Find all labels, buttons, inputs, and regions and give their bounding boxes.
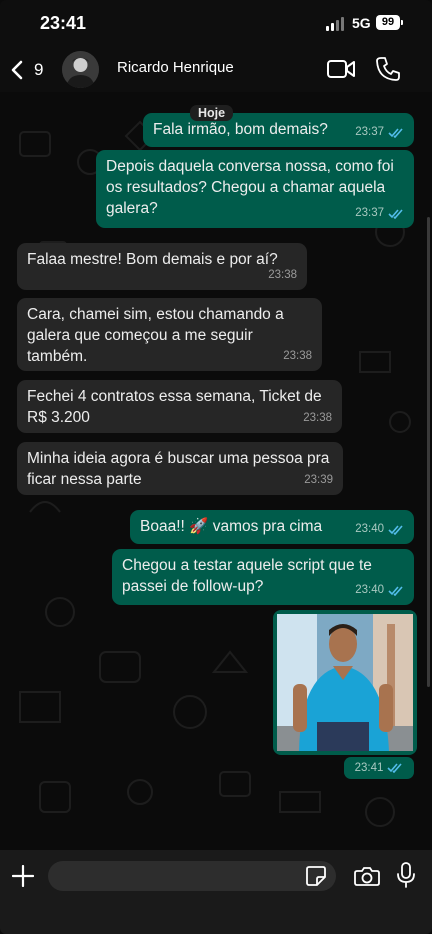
voice-message-button[interactable]: [397, 862, 415, 888]
message-bubble-outgoing[interactable]: Boaa!! 🚀 vamos pra cima 23:40: [130, 510, 414, 544]
read-ticks-icon: [388, 585, 403, 596]
message-text: Chegou a testar aquele script que te pas…: [122, 557, 372, 595]
video-call-button[interactable]: [326, 57, 356, 81]
status-bar: 23:41 5G 99: [0, 0, 432, 48]
message-time: 23:37: [355, 126, 384, 138]
message-meta: 23:37: [355, 203, 404, 224]
message-text: Minha ideia agora é buscar uma pessoa pr…: [27, 450, 330, 488]
microphone-icon: [397, 862, 415, 888]
photo-thumbnail: [277, 614, 413, 751]
network-label: 5G: [352, 15, 371, 31]
message-bubble-incoming[interactable]: Falaa mestre! Bom demais e por aí? 23:38: [17, 243, 307, 290]
message-time: 23:38: [303, 412, 332, 424]
read-ticks-icon: [387, 763, 402, 773]
unread-count: 9: [34, 60, 44, 79]
read-ticks-icon: [388, 524, 403, 535]
message-meta: 23:37: [355, 122, 404, 143]
message-text: Cara, chamei sim, estou chamando a galer…: [27, 306, 284, 365]
message-meta: 23:40: [355, 519, 404, 540]
message-bubble-outgoing[interactable]: Fala irmão, bom demais? 23:37: [143, 113, 414, 147]
image-message-meta: 23:41: [344, 757, 414, 779]
sticker-icon: [306, 866, 326, 886]
message-text: Boaa!! 🚀 vamos pra cima: [140, 518, 323, 535]
camera-button[interactable]: [354, 865, 380, 887]
message-text: Fala irmão, bom demais?: [153, 121, 328, 138]
message-time: 23:39: [304, 474, 333, 486]
message-meta: 23:38: [283, 346, 312, 367]
message-bubble-incoming[interactable]: Cara, chamei sim, estou chamando a galer…: [17, 298, 322, 371]
chat-header: 9 Ricardo Henrique: [0, 48, 432, 92]
avatar-photo: [62, 51, 99, 88]
message-time: 23:38: [283, 350, 312, 362]
camera-icon: [354, 867, 380, 886]
avatar[interactable]: [62, 51, 99, 88]
message-bubble-incoming[interactable]: Fechei 4 contratos essa semana, Ticket d…: [17, 380, 342, 433]
day-label: Hoje: [190, 105, 234, 121]
message-meta: 23:38: [303, 408, 332, 429]
read-ticks-icon: [388, 208, 403, 219]
message-text: Falaa mestre! Bom demais e por aí?: [27, 251, 278, 268]
message-meta: 23:39: [304, 470, 333, 491]
battery-tip: [401, 20, 403, 25]
message-bubble-outgoing[interactable]: Depois daquela conversa nossa, como foi …: [96, 150, 414, 228]
message-time: 23:40: [355, 523, 384, 535]
chevron-left-icon: [11, 60, 23, 80]
voice-call-button[interactable]: [374, 55, 402, 83]
message-text: Depois daquela conversa nossa, como foi …: [106, 158, 394, 217]
status-time: 23:41: [40, 13, 87, 33]
message-time: 23:41: [354, 762, 384, 774]
signal-icon: [326, 17, 346, 31]
message-meta: 23:38: [268, 265, 297, 286]
battery-level: 99: [381, 16, 395, 28]
composer-bar: [0, 850, 432, 934]
message-meta: 23:40: [355, 580, 404, 601]
phone-icon: [376, 57, 400, 81]
plus-icon: [11, 864, 35, 888]
back-button[interactable]: 9: [10, 54, 50, 86]
battery-icon: 99: [376, 15, 400, 30]
message-input[interactable]: [48, 861, 336, 891]
message-bubble-incoming[interactable]: Minha ideia agora é buscar uma pessoa pr…: [17, 442, 343, 495]
message-list[interactable]: Fala irmão, bom demais? 23:37 Hoje Depoi…: [0, 92, 432, 850]
contact-name[interactable]: Ricardo Henrique: [117, 59, 234, 76]
message-time: 23:37: [355, 207, 384, 219]
message-bubble-outgoing[interactable]: Chegou a testar aquele script que te pas…: [112, 549, 414, 605]
scrollbar[interactable]: [427, 217, 430, 687]
whatsapp-chat-screen: 23:41 5G 99 9 Ricardo Henrique Fala irmã…: [0, 0, 432, 934]
read-ticks-icon: [388, 127, 403, 138]
sticker-button[interactable]: [305, 865, 327, 887]
image-message[interactable]: [273, 610, 417, 755]
attach-button[interactable]: [11, 864, 35, 888]
video-camera-icon: [327, 60, 355, 78]
message-text: Fechei 4 contratos essa semana, Ticket d…: [27, 388, 322, 426]
message-time: 23:38: [268, 269, 297, 281]
message-time: 23:40: [355, 584, 384, 596]
